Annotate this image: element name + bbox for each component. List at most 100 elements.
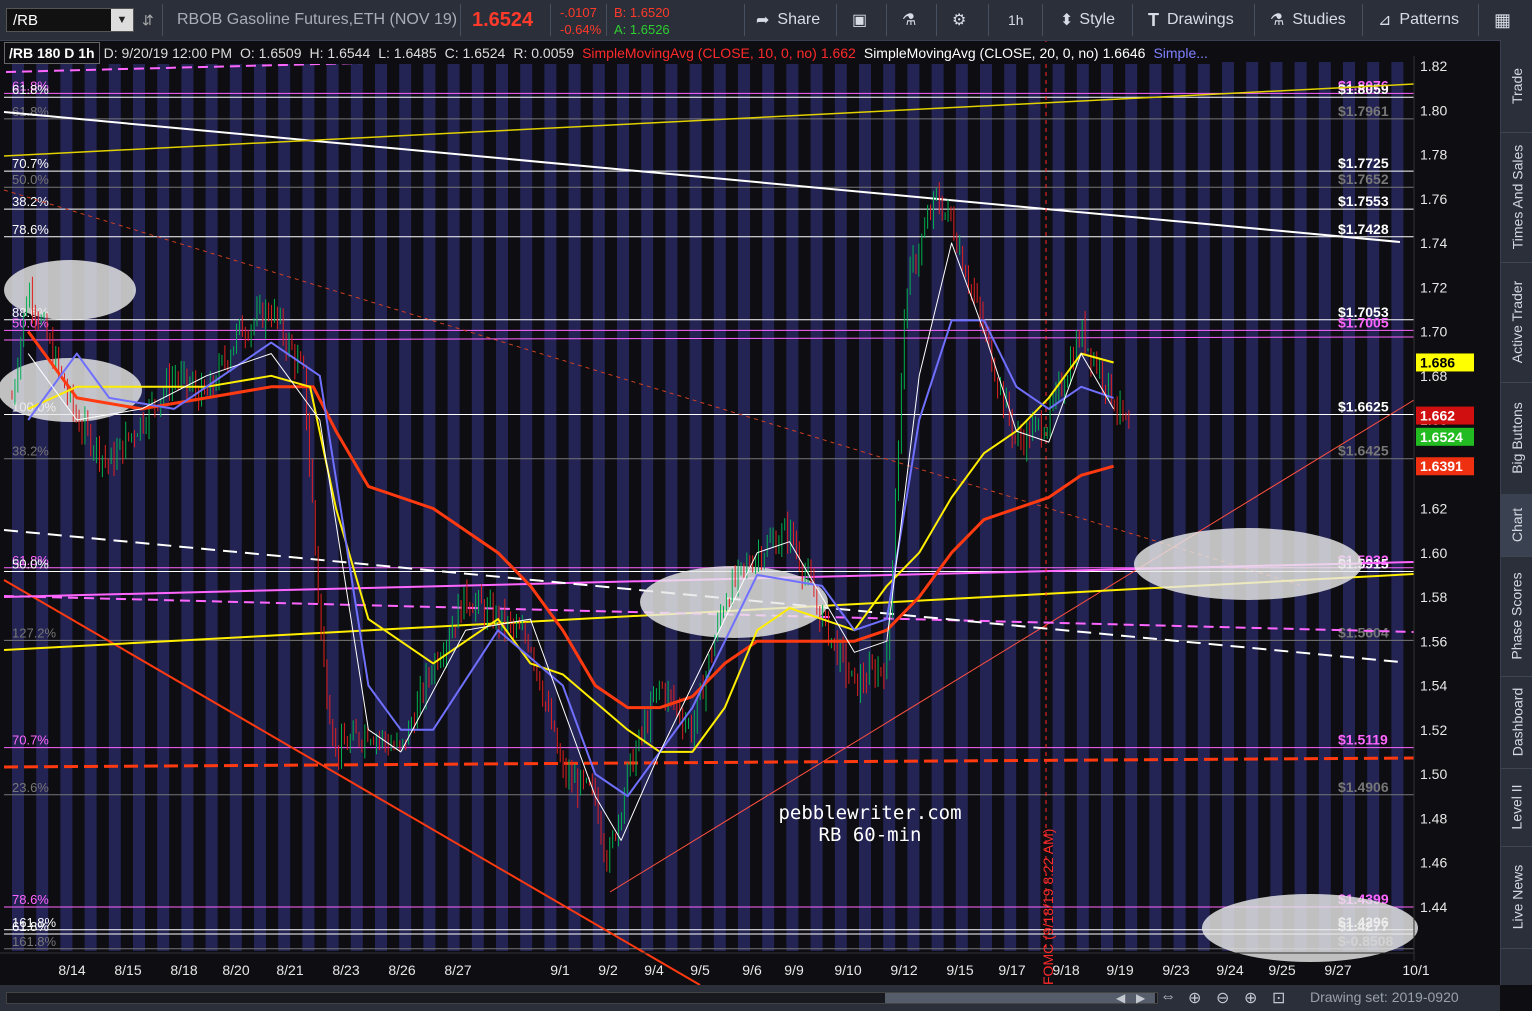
- y-tick-label: 1.44: [1420, 899, 1447, 915]
- studies-button[interactable]: ⚗ Studies: [1270, 0, 1346, 40]
- price-tag-label: 1.6391: [1420, 458, 1463, 474]
- patterns-button[interactable]: ⊿ Patterns: [1378, 0, 1459, 40]
- fib-level-price: $1.7652: [1338, 171, 1389, 187]
- sidebar-tab-chart[interactable]: Chart: [1501, 494, 1532, 557]
- scroll-right-icon[interactable]: ▶: [1136, 991, 1145, 1005]
- time-band: [520, 62, 533, 951]
- sidebar-tab-level-ii[interactable]: Level II: [1501, 768, 1532, 847]
- y-tick-label: 1.54: [1420, 678, 1447, 694]
- share-button[interactable]: ➦ Share: [756, 0, 820, 40]
- chart-settings-icon[interactable]: ▣: [852, 0, 867, 40]
- sma-more[interactable]: Simple...: [1149, 43, 1211, 63]
- fib-level-pct: 50.0%: [12, 557, 49, 572]
- zoom-fit-icon[interactable]: ⊡: [1272, 988, 1285, 1008]
- fib-level-pct: 50.0%: [12, 172, 49, 187]
- x-tick-label: 9/4: [644, 962, 664, 978]
- time-band: [205, 62, 218, 951]
- zoom-out-icon[interactable]: ⊖: [1216, 988, 1229, 1008]
- drawings-button[interactable]: T Drawings: [1148, 0, 1234, 40]
- fib-level-price: $1.5119: [1338, 732, 1388, 748]
- x-tick-label: 9/6: [742, 962, 762, 978]
- sidebar-tab-label: Level II: [1509, 784, 1526, 830]
- pan-icon[interactable]: ⇔: [1160, 988, 1176, 1006]
- pattern-icon: ⊿: [1378, 12, 1392, 29]
- symbol-selector[interactable]: /RB ▼: [6, 8, 134, 32]
- price-chart[interactable]: $1.807661.8% $1.805961.8%$1.796161.8%$1.7…: [0, 40, 1500, 985]
- style-button[interactable]: ⬍ Style: [1060, 0, 1115, 40]
- x-tick-label: 9/2: [598, 962, 618, 978]
- flask-icon[interactable]: ⚗: [902, 0, 916, 40]
- time-scrollbar[interactable]: [6, 992, 1158, 1004]
- highlight-ellipse: [4, 260, 136, 320]
- divider: [460, 4, 461, 36]
- gear-icon[interactable]: ⚙: [952, 0, 966, 40]
- sma20-label[interactable]: SimpleMovingAvg (CLOSE, 20, 0, no): [860, 43, 1099, 63]
- divider: [936, 4, 937, 36]
- fomc-label: FOMC (9/18/19 8:22 AM): [1040, 829, 1056, 985]
- chart-symbol[interactable]: /RB 180 D 1h: [4, 42, 100, 64]
- fib-level-pct: 78.6%: [12, 892, 49, 907]
- link-icon[interactable]: ⇵: [142, 0, 154, 40]
- time-band: [1076, 62, 1089, 951]
- time-band: [1270, 62, 1283, 951]
- sidebar-tab-label: Chart: [1509, 507, 1526, 543]
- y-tick-label: 1.48: [1420, 810, 1447, 826]
- low-value: L: 1.6485: [378, 45, 437, 61]
- fib-level-price: $1.7725: [1338, 155, 1389, 171]
- sidebar-tab-label: Times And Sales: [1509, 144, 1525, 250]
- divider: [606, 4, 607, 36]
- price-axis[interactable]: 1.44 1.46 1.48 1.50 1.52 1.54 1.56 1.58 1.60 1.62…: [1413, 56, 1447, 961]
- sidebar-tab-label: Active Trader: [1509, 280, 1526, 364]
- x-tick-label: 9/5: [690, 962, 710, 978]
- time-band: [641, 62, 654, 951]
- watermark-line-1: pebblewriter.com: [778, 802, 962, 824]
- sidebar-tab-trade[interactable]: Trade: [1501, 40, 1532, 133]
- fib-level-price: $1.6625: [1338, 398, 1389, 414]
- drawing-set-label[interactable]: Drawing set: 2019-0920: [1310, 989, 1459, 1005]
- fib-level-pct: 38.2%: [12, 444, 49, 459]
- time-band: [1149, 62, 1162, 951]
- sidebar-tab-label: Big Buttons: [1509, 402, 1526, 474]
- chevron-down-icon[interactable]: ▼: [111, 9, 133, 31]
- share-label: Share: [777, 11, 821, 28]
- x-tick-label: 8/26: [388, 962, 415, 978]
- fib-level-price: $1.7961: [1338, 103, 1389, 119]
- fib-level-pct: 70.7%: [12, 156, 49, 171]
- sidebar-tab-live-news[interactable]: Live News: [1501, 846, 1532, 949]
- y-tick-label: 1.46: [1420, 855, 1447, 871]
- y-tick-label: 1.78: [1420, 147, 1447, 163]
- x-tick-label: 9/23: [1162, 962, 1189, 978]
- sidebar-tab-times-and-sales[interactable]: Times And Sales: [1501, 132, 1532, 263]
- time-band: [544, 62, 557, 951]
- fib-level-price: $1.7005: [1338, 314, 1389, 330]
- timeframe-button[interactable]: 1h: [1008, 0, 1024, 40]
- sidebar-tab-phase-scores[interactable]: Phase Scores: [1501, 556, 1532, 677]
- fib-level-pct: 127.2%: [12, 625, 57, 640]
- text-tool-icon: T: [1148, 9, 1159, 30]
- sidebar-tab-dashboard[interactable]: Dashboard: [1501, 676, 1532, 769]
- scroll-left-icon[interactable]: ◀: [1116, 991, 1125, 1005]
- sidebar-tab-big-buttons[interactable]: Big Buttons: [1501, 382, 1532, 495]
- divider: [1132, 4, 1133, 36]
- style-icon: ⬍: [1060, 12, 1074, 29]
- x-tick-label: 9/24: [1216, 962, 1243, 978]
- sidebar-tab-active-trader[interactable]: Active Trader: [1501, 262, 1532, 383]
- y-tick-label: 1.82: [1420, 58, 1447, 74]
- watermark-line-2: RB 60-min: [818, 824, 922, 846]
- x-tick-label: 8/27: [444, 962, 471, 978]
- sma10-value: 1.662: [820, 45, 856, 61]
- crosshair-icon[interactable]: ⊕: [1188, 988, 1201, 1008]
- grid-icon[interactable]: ▦: [1494, 0, 1511, 40]
- x-tick-label: 10/1: [1402, 962, 1429, 978]
- x-tick-label: 8/14: [58, 962, 85, 978]
- time-band: [254, 62, 266, 951]
- time-band: [1173, 62, 1186, 951]
- fib-level-pct: 161.8%: [12, 934, 57, 949]
- time-band: [689, 62, 702, 951]
- time-band: [738, 62, 750, 951]
- time-band: [1101, 62, 1113, 951]
- x-tick-label: 9/9: [784, 962, 804, 978]
- fib-level-price: $1.8059: [1338, 81, 1389, 97]
- scrollbar-thumb[interactable]: [885, 993, 1155, 1003]
- zoom-in-icon[interactable]: ⊕: [1244, 988, 1257, 1008]
